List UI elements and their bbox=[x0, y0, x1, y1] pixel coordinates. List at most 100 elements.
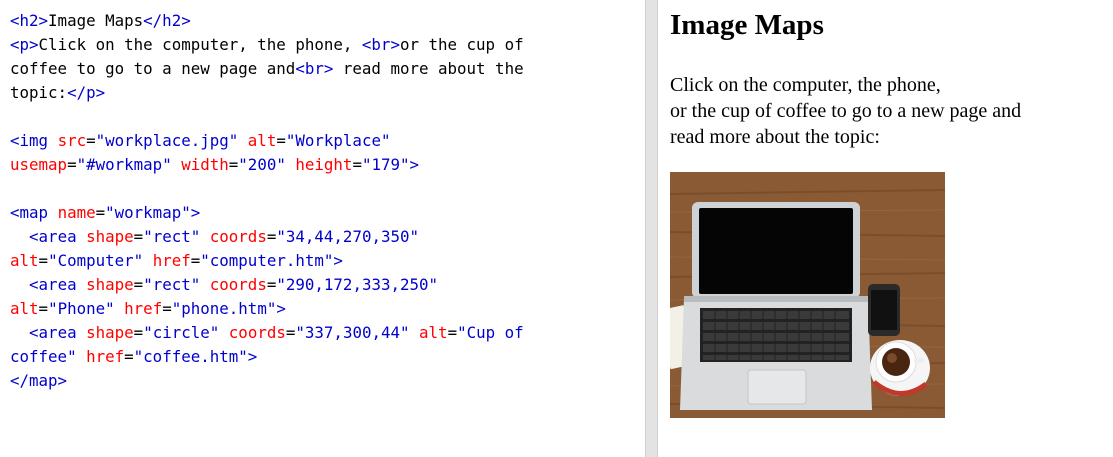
code-token: height bbox=[295, 155, 353, 174]
code-token: <h2> bbox=[10, 11, 49, 30]
code-token: <img bbox=[10, 131, 58, 150]
code-token: usemap bbox=[10, 155, 68, 174]
code-token: </map> bbox=[10, 371, 68, 390]
code-line[interactable]: coffee to go to a new page and<br> read … bbox=[10, 57, 635, 81]
code-line[interactable] bbox=[10, 177, 635, 201]
paragraph-line-2: or the cup of coffee to go to a new page… bbox=[670, 100, 1022, 122]
code-line[interactable]: coffee" href="coffee.htm"> bbox=[10, 345, 635, 369]
code-token: = bbox=[38, 299, 49, 318]
phone bbox=[868, 284, 900, 336]
code-line[interactable]: </map> bbox=[10, 369, 635, 393]
code-token: Image Maps bbox=[48, 11, 144, 30]
laptop-computer bbox=[680, 202, 872, 410]
code-line[interactable]: <img src="workplace.jpg" alt="Workplace" bbox=[10, 129, 635, 153]
code-token: <area bbox=[29, 275, 87, 294]
code-token: alt bbox=[10, 299, 39, 318]
code-line[interactable]: <area shape="rect" coords="290,172,333,2… bbox=[10, 273, 635, 297]
code-token: = bbox=[266, 227, 277, 246]
code-token: coords bbox=[209, 275, 267, 294]
code-token: "179"> bbox=[361, 155, 420, 174]
code-line[interactable]: <p>Click on the computer, the phone, <br… bbox=[10, 33, 635, 57]
code-token: shape bbox=[86, 323, 134, 342]
code-token: <area bbox=[29, 323, 87, 342]
code-line[interactable]: usemap="#workmap" width="200" height="17… bbox=[10, 153, 635, 177]
code-token: topic: bbox=[10, 83, 68, 102]
code-token: "Workplace" bbox=[285, 131, 391, 150]
paragraph-line-3: read more about the topic: bbox=[670, 126, 880, 148]
code-token: = bbox=[67, 155, 77, 174]
code-token: width bbox=[181, 155, 229, 174]
code-token: "rect" bbox=[143, 227, 210, 246]
code-token: href bbox=[86, 347, 125, 366]
code-token: = bbox=[133, 275, 144, 294]
code-editor-pane[interactable]: <h2>Image Maps</h2> <p>Click on the compu… bbox=[0, 0, 645, 457]
code-token: alt bbox=[10, 251, 39, 270]
code-token: href bbox=[124, 299, 163, 318]
result-pane: Image Maps Click on the computer, the ph… bbox=[658, 0, 1113, 457]
code-line[interactable]: <map name="workmap"> bbox=[10, 201, 635, 225]
code-line[interactable]: <h2>Image Maps</h2> bbox=[10, 9, 635, 33]
code-token: </p> bbox=[67, 83, 106, 102]
code-line[interactable]: <area shape="rect" coords="34,44,270,350… bbox=[10, 225, 635, 249]
code-token: "337,300,44" bbox=[295, 323, 420, 342]
code-token: = bbox=[86, 131, 96, 150]
code-token: or the cup of bbox=[399, 35, 524, 54]
code-token: = bbox=[285, 323, 296, 342]
code-token: "workmap"> bbox=[105, 203, 201, 222]
code-token: <map bbox=[10, 203, 58, 222]
code-token: = bbox=[228, 155, 239, 174]
code-token: "workplace.jpg" bbox=[95, 131, 248, 150]
code-token: </h2> bbox=[143, 11, 191, 30]
code-token: alt bbox=[247, 131, 277, 150]
code-line[interactable] bbox=[10, 105, 635, 129]
code-token: <area bbox=[29, 227, 87, 246]
code-token: "circle" bbox=[143, 323, 229, 342]
code-token: = bbox=[352, 155, 362, 174]
code-token: coords bbox=[209, 227, 267, 246]
code-token: <br> bbox=[361, 35, 400, 54]
code-token: = bbox=[266, 275, 277, 294]
code-token: <p> bbox=[10, 35, 39, 54]
code-token: "Computer" bbox=[48, 251, 153, 270]
code-token: "computer.htm"> bbox=[200, 251, 343, 270]
code-token: "coffee.htm"> bbox=[133, 347, 258, 366]
code-token: "phone.htm"> bbox=[171, 299, 286, 318]
code-token: name bbox=[57, 203, 96, 222]
code-token: href bbox=[152, 251, 191, 270]
pane-divider[interactable] bbox=[645, 0, 658, 457]
code-token: = bbox=[38, 251, 49, 270]
code-token: src bbox=[57, 131, 87, 150]
result-heading: Image Maps bbox=[670, 9, 824, 41]
code-line[interactable]: alt="Computer" href="computer.htm"> bbox=[10, 249, 635, 273]
code-token: "#workmap" bbox=[76, 155, 182, 174]
code-token: alt bbox=[419, 323, 448, 342]
code-token: "34,44,270,350" bbox=[276, 227, 420, 246]
code-token: "Cup of bbox=[457, 323, 524, 342]
code-token: shape bbox=[86, 275, 134, 294]
code-editor[interactable]: <h2>Image Maps</h2> <p>Click on the compu… bbox=[10, 9, 635, 393]
coffee-cup bbox=[870, 340, 930, 396]
result-paragraph: Click on the computer, the phone, or the… bbox=[670, 72, 1100, 150]
code-token: = bbox=[95, 203, 106, 222]
code-token: "Phone" bbox=[48, 299, 125, 318]
code-token: = bbox=[276, 131, 286, 150]
code-token: coffee" bbox=[10, 347, 87, 366]
code-token: "200" bbox=[238, 155, 296, 174]
code-token: <br> bbox=[295, 59, 334, 78]
code-line[interactable]: topic:</p> bbox=[10, 81, 635, 105]
code-line[interactable]: <area shape="circle" coords="337,300,44"… bbox=[10, 321, 635, 345]
code-token: "290,172,333,250" bbox=[276, 275, 439, 294]
code-token: = bbox=[447, 323, 458, 342]
code-token: = bbox=[190, 251, 201, 270]
code-token: coords bbox=[228, 323, 286, 342]
code-token: = bbox=[162, 299, 172, 318]
code-token: "rect" bbox=[143, 275, 210, 294]
workplace-image[interactable] bbox=[670, 172, 945, 418]
code-line[interactable]: alt="Phone" href="phone.htm"> bbox=[10, 297, 635, 321]
code-token: = bbox=[124, 347, 134, 366]
code-token: read more about the bbox=[333, 59, 524, 78]
paragraph-line-1: Click on the computer, the phone, bbox=[670, 74, 941, 96]
